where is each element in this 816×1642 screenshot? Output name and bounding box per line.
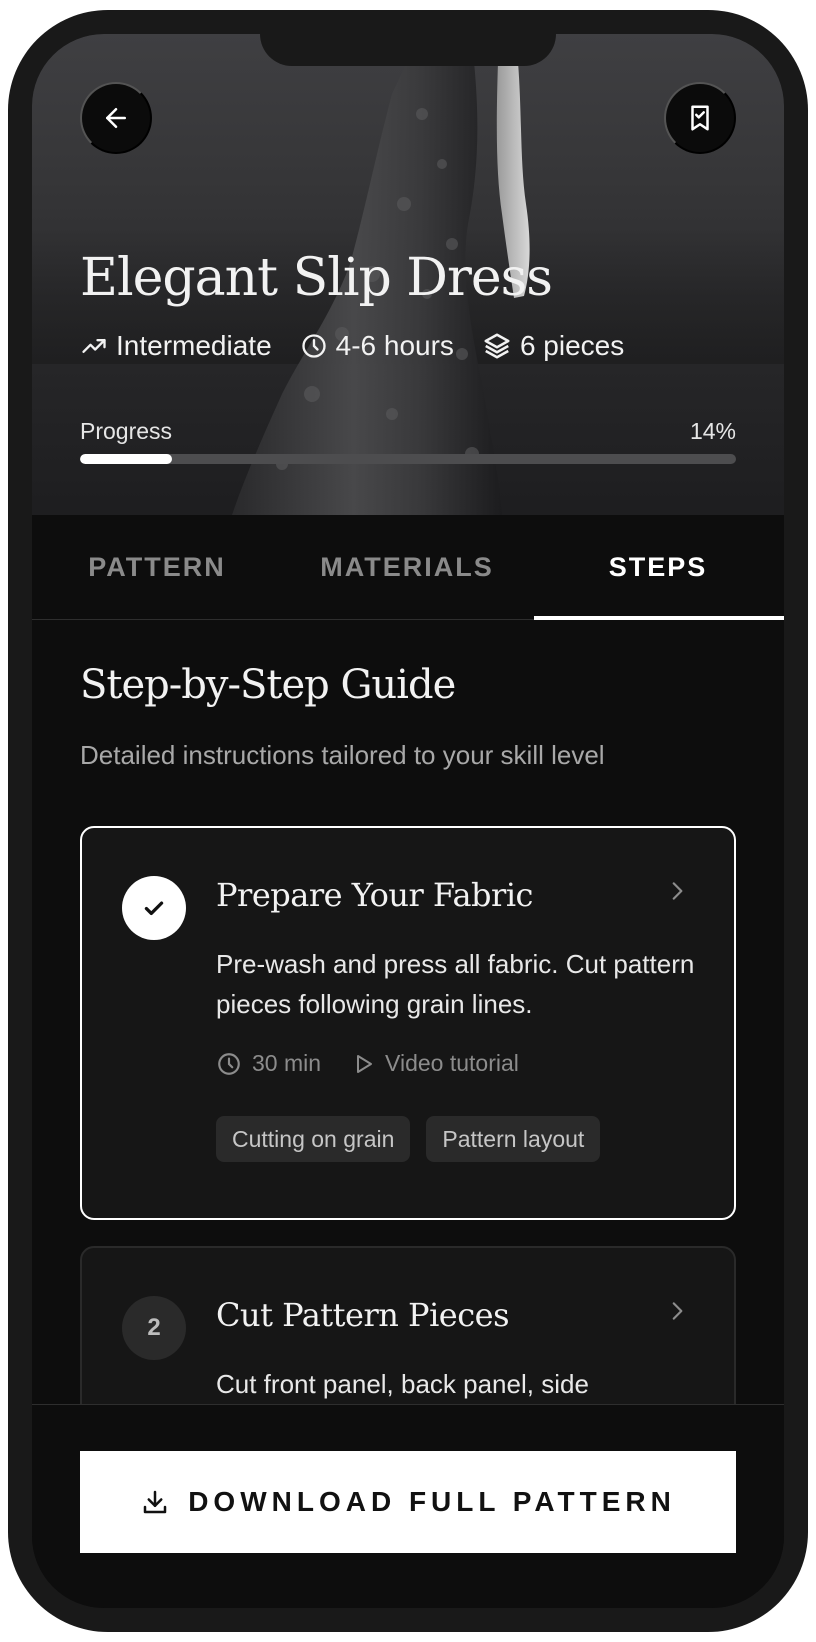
tab-steps[interactable]: STEPS bbox=[532, 515, 784, 619]
step-description: Pre-wash and press all fabric. Cut patte… bbox=[216, 949, 695, 1019]
progress-fill bbox=[80, 454, 172, 464]
progress-label: Progress bbox=[80, 418, 173, 444]
progress-bar bbox=[80, 454, 736, 464]
video-tutorial-link[interactable]: Video tutorial bbox=[351, 1050, 519, 1077]
tab-materials[interactable]: MATERIALS bbox=[282, 515, 532, 619]
chevron-right-icon[interactable] bbox=[664, 878, 690, 904]
tag-chip[interactable]: Pattern layout bbox=[426, 1116, 601, 1162]
step-title: Prepare Your Fabric bbox=[216, 876, 533, 914]
guide-title: Step-by-Step Guide bbox=[80, 662, 456, 708]
download-label: DOWNLOAD FULL PATTERN bbox=[188, 1486, 676, 1517]
pattern-meta: Intermediate 4-6 hours 6 pieces bbox=[80, 330, 652, 362]
step-description: Cut front panel, back panel, side bbox=[216, 1369, 589, 1399]
back-button[interactable] bbox=[80, 82, 152, 154]
layers-icon bbox=[484, 333, 510, 359]
bookmark-button[interactable] bbox=[664, 82, 736, 154]
step-card-1[interactable]: Prepare Your Fabric Pre-wash and press a… bbox=[80, 826, 736, 1220]
pattern-title: Elegant Slip Dress bbox=[80, 248, 553, 308]
step-title: Cut Pattern Pieces bbox=[216, 1296, 510, 1334]
step-meta: 30 min Video tutorial bbox=[216, 1050, 549, 1077]
chevron-right-icon[interactable] bbox=[664, 1298, 690, 1324]
video-tutorial-label: Video tutorial bbox=[385, 1050, 519, 1076]
difficulty-meta: Intermediate bbox=[80, 330, 272, 362]
duration-label: 4-6 hours bbox=[335, 330, 454, 361]
progress-value: 14% bbox=[689, 418, 736, 444]
guide-subtitle: Detailed instructions tailored to your s… bbox=[80, 740, 605, 770]
check-icon bbox=[144, 901, 164, 916]
difficulty-label: Intermediate bbox=[116, 330, 272, 361]
hero-section: Elegant Slip Dress Intermediate 4-6 hour… bbox=[32, 34, 784, 515]
play-icon bbox=[357, 1054, 373, 1073]
bottom-action-bar: DOWNLOAD FULL PATTERN bbox=[32, 1404, 784, 1608]
trending-up-icon bbox=[82, 339, 106, 353]
step-time-label: 30 min bbox=[252, 1050, 322, 1076]
clock-icon bbox=[301, 334, 326, 358]
app-screen: Elegant Slip Dress Intermediate 4-6 hour… bbox=[32, 34, 784, 1608]
active-tab-indicator bbox=[534, 616, 784, 620]
tab-bar: PATTERN MATERIALS STEPS bbox=[32, 515, 784, 620]
arrow-left-icon bbox=[106, 108, 126, 128]
bookmark-icon bbox=[691, 105, 709, 131]
download-icon bbox=[143, 1490, 167, 1514]
step-number-badge: 2 bbox=[122, 1296, 186, 1360]
step-tags: Cutting on grain Pattern layout bbox=[216, 1116, 616, 1162]
clock-icon bbox=[218, 1052, 240, 1075]
pieces-label: 6 pieces bbox=[519, 330, 625, 361]
tag-chip[interactable]: Cutting on grain bbox=[216, 1116, 411, 1162]
tab-pattern[interactable]: PATTERN bbox=[32, 515, 282, 619]
phone-notch bbox=[260, 34, 556, 66]
download-pattern-button[interactable]: DOWNLOAD FULL PATTERN bbox=[80, 1451, 736, 1553]
pieces-meta: 6 pieces bbox=[482, 330, 624, 362]
step-complete-badge bbox=[122, 876, 186, 940]
step-time: 30 min bbox=[216, 1050, 321, 1077]
duration-meta: 4-6 hours bbox=[300, 330, 454, 362]
